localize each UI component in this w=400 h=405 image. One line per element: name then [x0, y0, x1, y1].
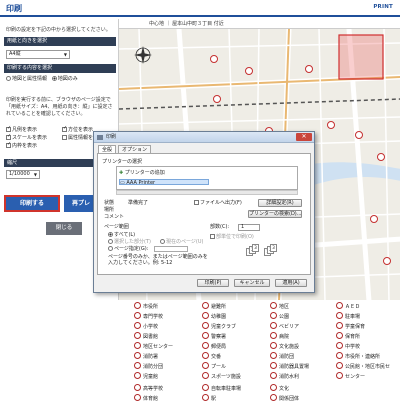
legend-item: 幼稚園 [202, 312, 226, 321]
printer-add-item[interactable]: ✚ プリンターの追加 [119, 170, 165, 176]
radio-range-all[interactable]: すべて(L) [108, 232, 135, 238]
scale-select[interactable]: 1/10000 ▼ [6, 170, 40, 179]
status-value: 準備完了 [128, 200, 149, 206]
radio-range-current[interactable]: 現在のページ(U) [160, 239, 203, 245]
tab-options[interactable]: オプション [118, 145, 152, 153]
dialog-close-button[interactable]: ✕ [296, 133, 312, 141]
legend-item: 公民館・地区市民セ [336, 362, 390, 371]
legend-item: 消防分団 [134, 362, 163, 371]
instruction-text: 印刷の設定を下記の中から選択してください。 [6, 27, 111, 33]
map-center-label: 中心地 ｜ 屋本山中町３丁目 付近 [119, 19, 400, 29]
dialog-title-bar[interactable]: 印刷 [94, 132, 314, 143]
map-legend: 市役所 避難所 地区 ＡＥＤ 専門学校 幼稚園 公園 駐車場 小学校 児童クラブ… [118, 300, 400, 405]
find-printer-button[interactable]: プリンターの検索(D)... [248, 210, 302, 218]
browser-setting-note: 印刷を実行する前に、ブラウザのページ設定で「用紙サイズ：A4、用紙の向き：縦」に… [6, 97, 113, 117]
legend-item: 避難所 [202, 302, 226, 311]
legend-item: 体育館 [134, 394, 158, 403]
legend-item: ベビリア [270, 322, 299, 331]
page-range-input[interactable] [154, 246, 188, 252]
copies-stepper[interactable]: 1 [238, 224, 260, 231]
print-to-file-checkbox[interactable]: ファイルへ出力(F) [194, 200, 242, 206]
radio-range-pages[interactable]: ページ指定(G): [108, 246, 148, 252]
legend-item: 高等学校 [134, 384, 163, 393]
dialog-print-button[interactable]: 印刷(P) [197, 279, 229, 287]
page-title: 印刷 [6, 4, 22, 13]
legend-item: 病院 [270, 332, 289, 341]
legend-item: 保育所 [336, 332, 360, 341]
dialog-apply-button[interactable]: 適用(A) [275, 279, 307, 287]
dialog-body: プリンターの選択 ✚ プリンターの追加 ▭ AAA Printer 状態 準備完… [97, 153, 311, 275]
checkbox-inner-frame[interactable]: 内枠を表示 [6, 141, 37, 150]
legend-item: 公園 [270, 312, 289, 321]
tab-general[interactable]: 全般 [98, 145, 117, 153]
content-section-heading: 印刷する内容を選択 [4, 64, 116, 73]
copies-label: 部数(C): [210, 224, 230, 230]
legend-item: 小学校 [134, 322, 158, 331]
legend-item: 交番 [202, 352, 221, 361]
legend-item: 消防器具置場 [270, 362, 309, 371]
legend-item: 文化施設 [270, 342, 299, 351]
legend-item: 文化 [270, 384, 289, 393]
legend-item: 駐車場 [336, 312, 360, 321]
paper-size-select[interactable]: A4縦 ▼ [6, 50, 70, 59]
legend-item: プール [202, 362, 226, 371]
page-range-label: ページ範囲 [104, 224, 129, 230]
close-button[interactable]: 閉じる [46, 222, 82, 235]
content-radio-group: 地図と属性情報 地図のみ [6, 76, 78, 83]
legend-item: 関係団体 [270, 394, 299, 403]
legend-item: 警察署 [202, 332, 226, 341]
printer-list[interactable]: ✚ プリンターの追加 ▭ AAA Printer [116, 166, 298, 190]
legend-item: 郵便局 [202, 342, 226, 351]
print-link[interactable]: PRINT [373, 4, 393, 10]
legend-item: センター [336, 372, 365, 381]
legend-item: ＡＥＤ [336, 302, 360, 311]
legend-item: 市役所 [134, 302, 158, 311]
legend-item: 専門学校 [134, 312, 163, 321]
legend-item: 地区センター [134, 342, 173, 351]
dialog-title: 印刷 [106, 134, 117, 140]
preferences-button[interactable]: 詳細設定(R) [258, 199, 302, 207]
legend-item: 児童クラブ [202, 322, 236, 331]
scale-value: 1/10000 [9, 171, 30, 177]
legend-item: 自転車駐車場 [202, 384, 241, 393]
checkbox-scale[interactable]: スケールを表示 [6, 133, 47, 142]
checkbox-direction[interactable]: 方位を表示 [62, 125, 93, 134]
location-label: 場所 [104, 207, 115, 213]
comment-label: コメント [104, 214, 125, 220]
printer-icon [97, 135, 103, 140]
top-bar: 印刷 PRINT [0, 0, 400, 17]
print-button[interactable]: 印刷する [4, 195, 60, 212]
legend-item: 消防水利 [270, 372, 299, 381]
legend-item: 学童保育 [336, 322, 365, 331]
radio-range-selection[interactable]: 選択した部分(T) [108, 239, 151, 245]
collate-illustration: 1 2 3 1 2 3 [246, 244, 286, 260]
legend-item: 図書館 [134, 332, 158, 341]
page-range-hint: ページ番号のみか、またはページ範囲のみを入力してください。例: 5-12 [108, 254, 208, 266]
printer-list-scrollbar[interactable] [116, 190, 298, 195]
printer-item-selected[interactable]: ▭ AAA Printer [119, 179, 209, 186]
paper-size-value: A4縦 [9, 51, 21, 57]
radio-map-only[interactable]: 地図のみ [51, 76, 78, 82]
collate-checkbox[interactable]: 部単位で印刷(O) [210, 234, 254, 240]
legend-item: 児童館 [134, 372, 158, 381]
legend-item: 市役所・連絡所 [336, 352, 380, 361]
legend-item: 消防団 [270, 352, 294, 361]
paper-section-heading: 用紙と向きを選択 [4, 37, 116, 46]
print-dialog: 印刷 ✕ 全般 オプション プリンターの選択 ✚ プリンターの追加 ▭ AAA … [93, 131, 315, 293]
legend-item: 消防署 [134, 352, 158, 361]
chevron-down-icon: ▼ [33, 172, 37, 177]
legend-item: 地区 [270, 302, 289, 311]
legend-item: スポーツ施設 [202, 372, 241, 381]
print-area-frame[interactable] [338, 34, 384, 80]
dialog-cancel-button[interactable]: キャンセル [234, 279, 270, 287]
legend-item: 中学校 [336, 342, 360, 351]
status-label: 状態 [104, 200, 115, 206]
legend-item: 駅 [202, 394, 216, 403]
chevron-down-icon: ▼ [63, 52, 67, 57]
radio-map-and-attributes[interactable]: 地図と属性情報 [6, 76, 47, 82]
printer-select-group-label: プリンターの選択 [102, 159, 143, 165]
